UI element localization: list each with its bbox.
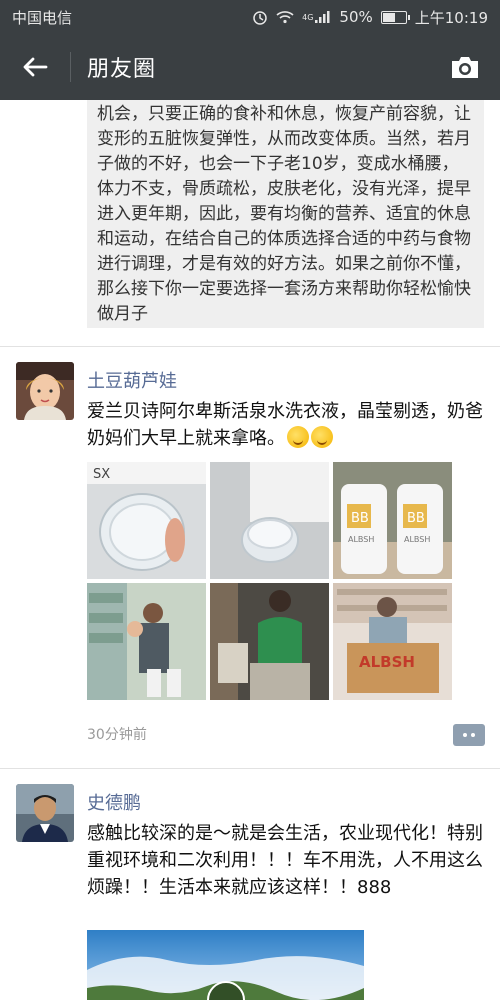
post-timestamp: 30分钟前 xyxy=(87,727,147,743)
battery-icon xyxy=(380,10,410,24)
battery-percent: 50% xyxy=(339,8,373,26)
post-divider xyxy=(0,768,500,769)
post-divider xyxy=(0,346,500,347)
camera-icon xyxy=(452,57,478,78)
back-arrow-icon xyxy=(23,57,48,77)
photo-thumbnail[interactable] xyxy=(210,583,329,700)
status-right: 4G 50% 上午10:19 xyxy=(252,7,488,28)
back-button[interactable] xyxy=(0,34,70,100)
more-dot-icon xyxy=(471,733,475,737)
photo-label: ALBSH xyxy=(359,653,415,671)
post-text-body: 爱兰贝诗阿尔卑斯活泉水洗衣液，晶莹剔透，奶爸奶妈们大早上就来拿咯。 xyxy=(87,401,483,449)
alarm-icon xyxy=(252,9,268,25)
svg-text:BB: BB xyxy=(407,511,425,526)
photo-label: ALBSH xyxy=(348,535,374,544)
status-bar: 中国电信 4G 50% 上午10:19 xyxy=(0,0,500,34)
post-text: 爱兰贝诗阿尔卑斯活泉水洗衣液，晶莹剔透，奶爸奶妈们大早上就来拿咯。 xyxy=(87,398,487,452)
avatar[interactable] xyxy=(16,362,74,420)
comment-button[interactable] xyxy=(453,724,485,746)
photo-thumbnail[interactable] xyxy=(210,462,329,579)
more-dot-icon xyxy=(463,733,467,737)
photo-label: SX xyxy=(93,467,110,482)
camera-button[interactable] xyxy=(430,34,500,100)
shared-article-text[interactable]: 机会，只要正确的食补和休息，恢复产前容貌，让变形的五脏恢复弹性，从而改变体质。当… xyxy=(87,100,484,328)
grinning-sweat-emoji xyxy=(311,426,333,448)
network-type: 4G xyxy=(302,12,314,22)
photo-grid: SX BB BB ALBSH ALBSH ALBSH xyxy=(87,462,453,700)
wifi-icon xyxy=(276,10,294,24)
post-author[interactable]: 史德鹏 xyxy=(87,789,141,815)
moments-feed[interactable]: 机会，只要正确的食补和休息，恢复产前容貌，让变形的五脏恢复弹性，从而改变体质。当… xyxy=(0,100,500,1000)
post-author[interactable]: 土豆葫芦娃 xyxy=(87,367,177,393)
photo-thumbnail[interactable]: SX xyxy=(87,462,206,579)
photo-thumbnail[interactable] xyxy=(87,583,206,700)
photo-thumbnail[interactable]: BB BB ALBSH ALBSH xyxy=(333,462,452,579)
photo-thumbnail[interactable]: ALBSH xyxy=(333,583,452,700)
clock: 上午10:19 xyxy=(414,8,488,27)
grinning-sweat-emoji xyxy=(287,426,309,448)
signal-icon: 4G xyxy=(302,11,331,23)
avatar[interactable] xyxy=(16,784,74,842)
svg-text:BB: BB xyxy=(351,511,369,526)
page-title: 朋友圈 xyxy=(87,57,157,82)
nav-bar: 朋友圈 xyxy=(0,34,500,100)
photo-label: ALBSH xyxy=(404,535,430,544)
carrier-name: 中国电信 xyxy=(12,8,73,27)
post-text: 感触比较深的是～就是会生活，农业现代化！特别重视环境和二次利用！！！车不用洗，人… xyxy=(87,823,483,898)
video-thumbnail[interactable] xyxy=(87,930,364,1000)
